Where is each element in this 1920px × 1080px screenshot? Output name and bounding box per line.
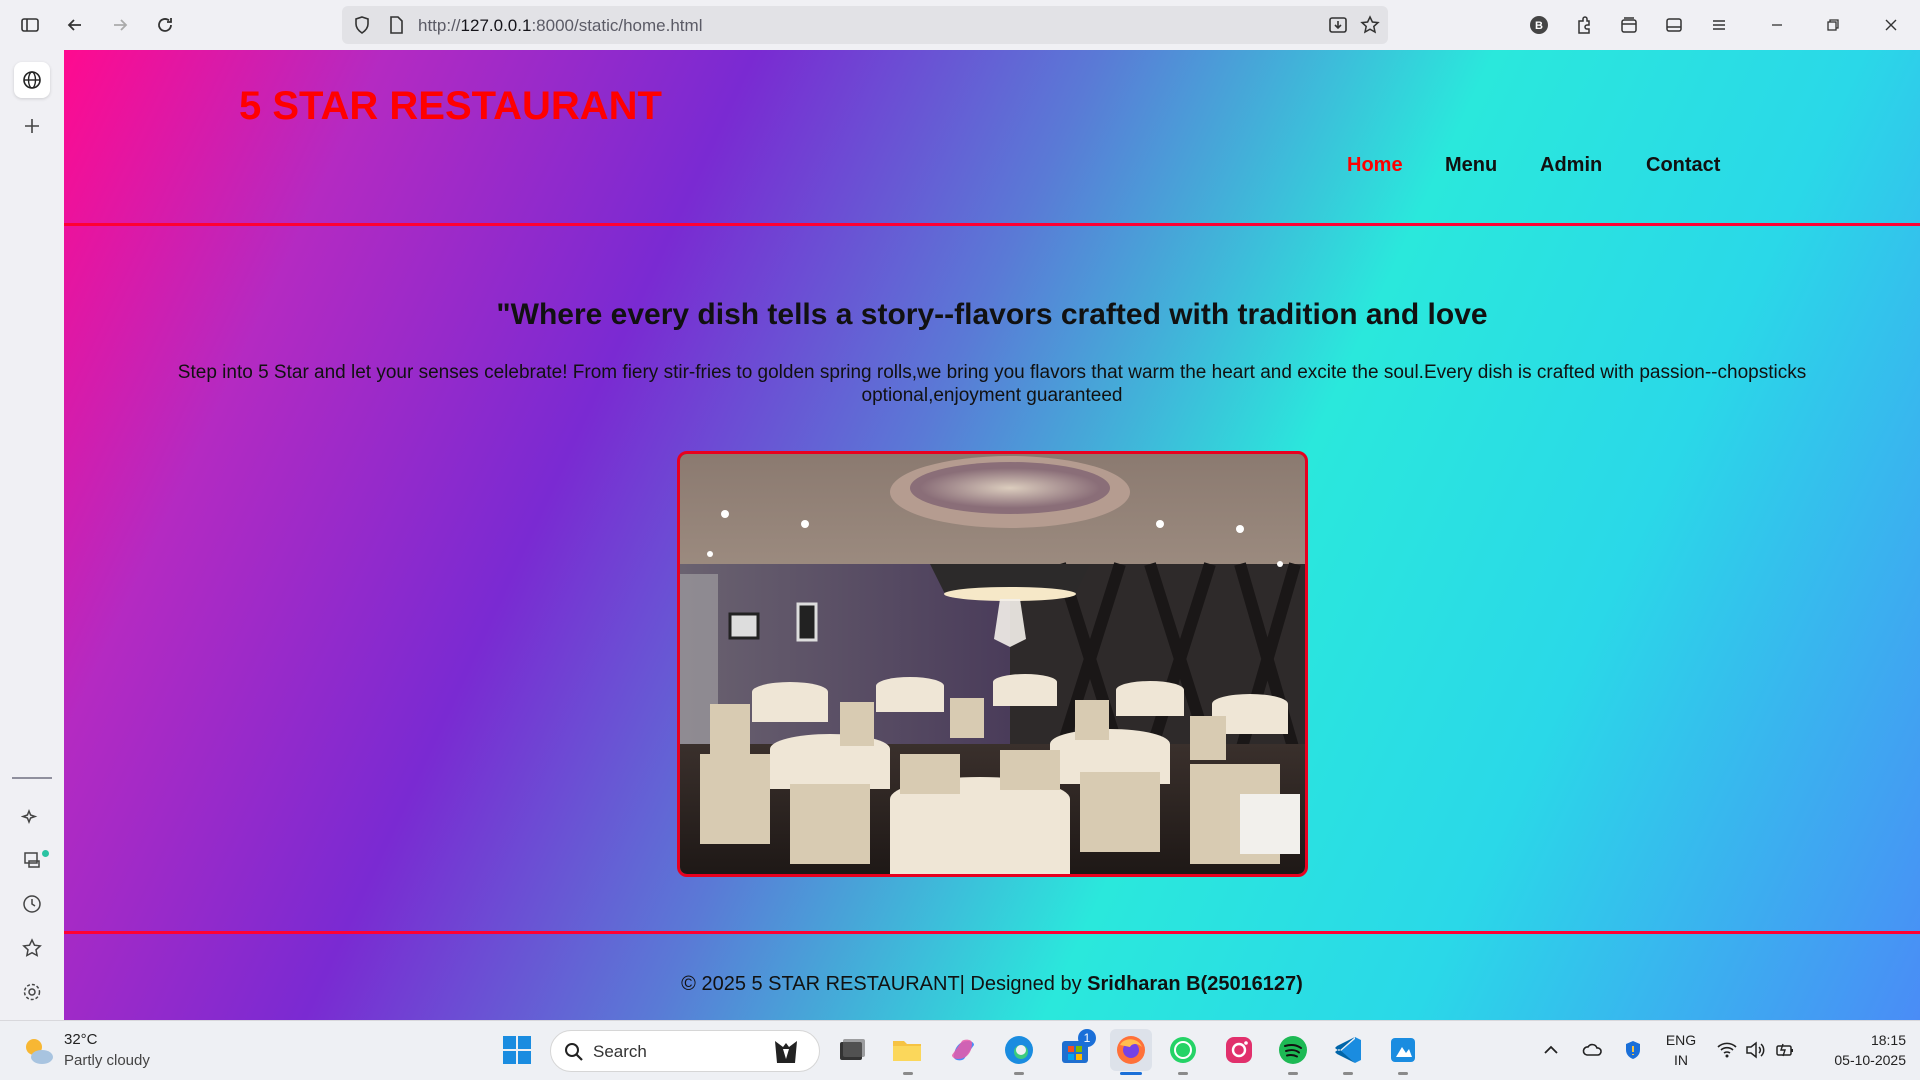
bookmarks-star-icon[interactable] [14, 930, 50, 966]
sidebar-panel-icon[interactable] [1659, 10, 1689, 40]
svg-text:B: B [1535, 20, 1543, 32]
hero-description: Step into 5 Star and let your senses cel… [177, 362, 1807, 406]
settings-gear-icon[interactable] [14, 974, 50, 1010]
firefox-icon[interactable] [1110, 1029, 1152, 1071]
active-indicator [1120, 1072, 1142, 1075]
taskbar-search-input[interactable]: Search [550, 1030, 820, 1072]
chevron-up-icon[interactable] [1542, 1041, 1560, 1064]
nav-home[interactable]: Home [1347, 154, 1403, 177]
nav-contact[interactable]: Contact [1646, 154, 1720, 177]
back-arrow-icon[interactable] [60, 10, 90, 40]
clock-date[interactable]: 05-10-2025 [1810, 1052, 1906, 1068]
sidebar-toggle-icon[interactable] [15, 10, 45, 40]
site-logo[interactable]: 5 STAR RESTAURANT [239, 84, 662, 129]
taskbar: 32°C Partly cloudy Search 1 ENG IN 18:15… [0, 1020, 1920, 1080]
profile-avatar-icon[interactable]: B [1524, 10, 1554, 40]
bookmark-star-icon[interactable] [1360, 15, 1380, 40]
extensions-icon[interactable] [1569, 10, 1599, 40]
footer-author: Sridharan B(25016127) [1087, 973, 1303, 995]
site-footer: © 2025 5 STAR RESTAURANT| Designed by Sr… [64, 931, 1920, 1020]
file-explorer-icon[interactable] [890, 1033, 924, 1067]
weather-temperature[interactable]: 32°C [64, 1031, 98, 1048]
search-icon [565, 1043, 583, 1061]
nav-admin[interactable]: Admin [1540, 154, 1602, 177]
microsoft-store-icon[interactable]: 1 [1058, 1029, 1096, 1067]
new-tab-plus-icon[interactable] [14, 108, 50, 144]
address-bar[interactable]: http://127.0.0.1:8000/static/home.html [342, 6, 1388, 44]
security-shield-icon[interactable] [1622, 1039, 1644, 1066]
history-clock-icon[interactable] [14, 886, 50, 922]
volume-icon[interactable] [1744, 1039, 1766, 1066]
edge-browser-icon[interactable] [1002, 1033, 1036, 1067]
weather-description[interactable]: Partly cloudy [64, 1052, 150, 1069]
close-window-icon[interactable] [1876, 10, 1906, 40]
reload-icon[interactable] [150, 10, 180, 40]
nav-menu[interactable]: Menu [1445, 154, 1497, 177]
vscode-icon[interactable] [1331, 1033, 1365, 1067]
url-path: :8000/static/home.html [531, 16, 703, 35]
running-indicator [1288, 1072, 1298, 1075]
hero-title: "Where every dish tells a story--flavors… [496, 298, 1488, 331]
running-indicator [1398, 1072, 1408, 1075]
spotify-icon[interactable] [1276, 1033, 1310, 1067]
browser-sidebar [0, 50, 64, 1020]
restore-icon[interactable] [1818, 10, 1848, 40]
search-highlight-icon [775, 1041, 797, 1063]
tab-containers-icon[interactable] [1614, 10, 1644, 40]
clock-time[interactable]: 18:15 [1810, 1032, 1906, 1048]
web-page: 5 STAR RESTAURANT Home Menu Admin Contac… [64, 50, 1920, 1020]
minimize-icon[interactable] [1762, 10, 1792, 40]
task-view-icon[interactable] [834, 1033, 868, 1067]
whatsapp-icon[interactable] [1166, 1033, 1200, 1067]
download-icon[interactable] [1328, 15, 1348, 40]
url-scheme: http:// [418, 16, 461, 35]
forward-arrow-icon[interactable] [105, 10, 135, 40]
onedrive-cloud-icon[interactable] [1582, 1039, 1604, 1066]
menu-hamburger-icon[interactable] [1704, 10, 1734, 40]
language-indicator[interactable]: ENG [1664, 1032, 1698, 1048]
footer-copyright: © 2025 5 STAR RESTAURANT| Designed by [681, 973, 1088, 995]
url-text[interactable]: http://127.0.0.1:8000/static/home.html [418, 16, 702, 36]
site-header: 5 STAR RESTAURANT Home Menu Admin Contac… [64, 50, 1920, 226]
running-indicator [1343, 1072, 1353, 1075]
windows-start-icon[interactable] [502, 1035, 532, 1070]
store-badge: 1 [1078, 1029, 1096, 1047]
wifi-icon[interactable] [1716, 1039, 1738, 1066]
weather-icon[interactable] [20, 1033, 56, 1074]
ai-sparkle-icon[interactable] [14, 798, 50, 834]
page-info-icon[interactable] [386, 15, 406, 40]
browser-toolbar: http://127.0.0.1:8000/static/home.html B [0, 0, 1920, 50]
search-placeholder: Search [593, 1042, 647, 1061]
paint-app-icon[interactable] [1386, 1033, 1420, 1067]
url-host: 127.0.0.1 [460, 16, 532, 35]
synced-tabs-icon[interactable] [14, 842, 50, 878]
running-indicator [1014, 1072, 1024, 1075]
sidebar-divider [12, 777, 52, 779]
footer-text: © 2025 5 STAR RESTAURANT| Designed by Sr… [64, 973, 1920, 996]
globe-icon[interactable] [14, 62, 50, 98]
instagram-icon[interactable] [1222, 1033, 1256, 1067]
region-indicator[interactable]: IN [1664, 1052, 1698, 1068]
restaurant-interior-image [677, 451, 1308, 877]
copilot-icon[interactable] [946, 1033, 980, 1067]
tracking-shield-icon[interactable] [352, 15, 372, 40]
running-indicator [903, 1072, 913, 1075]
battery-icon[interactable] [1774, 1039, 1796, 1066]
running-indicator [1178, 1072, 1188, 1075]
